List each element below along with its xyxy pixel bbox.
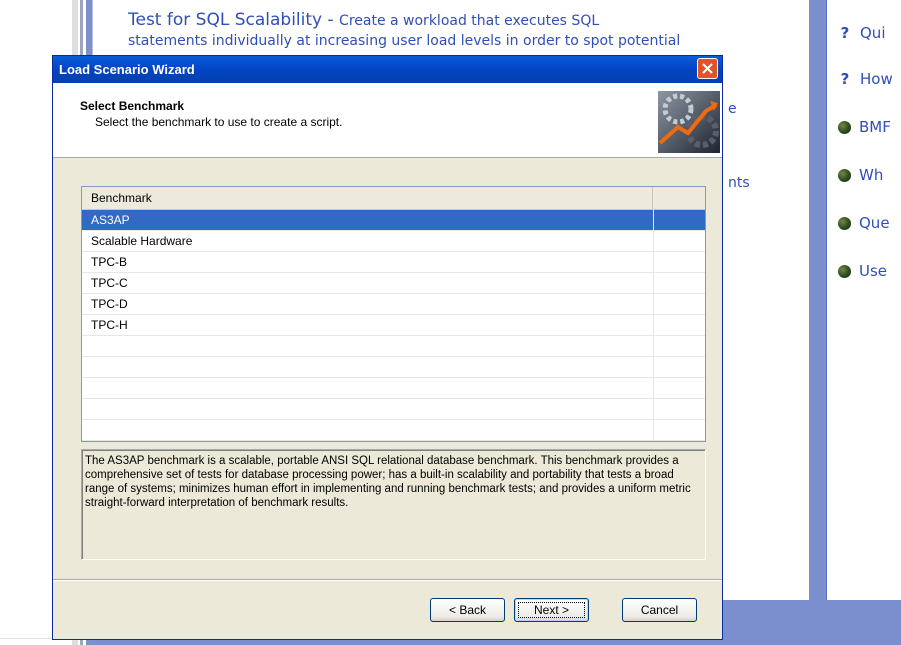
background-task-description-line: statements individually at increasing us… (128, 33, 681, 49)
footer-separator (53, 579, 722, 581)
empty-row (82, 378, 705, 399)
question-icon: ? (840, 24, 850, 42)
background-task-link[interactable]: Test for SQL Scalability - Create a work… (128, 10, 599, 30)
background-side-pane (826, 0, 901, 600)
list-body: AS3AP Scalable Hardware TPC-B TPC-C TPC-… (82, 210, 705, 441)
wizard-step-subtitle: Select the benchmark to use to create a … (95, 115, 343, 129)
divider (0, 638, 60, 639)
column-divider (653, 210, 654, 441)
side-link-label: BMF (859, 118, 891, 136)
cancel-button[interactable]: Cancel (622, 598, 697, 622)
background-task-description: Create a workload that executes SQL (339, 13, 600, 29)
globe-icon (838, 216, 851, 230)
side-link-web[interactable]: Que (838, 214, 890, 232)
list-item[interactable]: AS3AP (82, 210, 705, 231)
dialog-titlebar[interactable]: Load Scenario Wizard (53, 56, 722, 83)
side-link-label: Use (859, 262, 888, 280)
list-item-label: Scalable Hardware (91, 234, 193, 248)
side-link-web[interactable]: Use (838, 262, 887, 280)
list-item[interactable]: Scalable Hardware (82, 231, 705, 252)
close-icon (702, 63, 713, 74)
side-link-label: Que (859, 214, 890, 232)
close-button[interactable] (697, 58, 718, 79)
side-link-web[interactable]: Wh (838, 166, 883, 184)
list-item-label: TPC-D (91, 297, 128, 311)
side-link-help[interactable]: ? Qui (838, 24, 886, 42)
wizard-step-title: Select Benchmark (80, 99, 185, 113)
list-item-label: TPC-B (91, 255, 127, 269)
side-link-label: How (860, 70, 893, 88)
focus-rectangle (518, 602, 585, 618)
background-task-separator: - (322, 10, 340, 30)
wizard-header: Select Benchmark Select the benchmark to… (53, 83, 722, 158)
list-header: Benchmark (82, 187, 705, 210)
back-button[interactable]: < Back (430, 598, 505, 622)
list-item-label: TPC-H (91, 318, 128, 332)
background-task-title[interactable]: Test for SQL Scalability (128, 10, 322, 30)
side-link-help[interactable]: ? How (838, 70, 893, 88)
column-header-blank[interactable] (654, 187, 704, 209)
load-scenario-wizard-dialog: Load Scenario Wizard Select Benchmark Se… (52, 55, 723, 640)
side-link-label: Qui (860, 24, 886, 42)
side-link-web[interactable]: BMF (838, 118, 891, 136)
question-icon: ? (840, 70, 850, 88)
list-item-label: AS3AP (91, 213, 130, 227)
list-item[interactable]: TPC-D (82, 294, 705, 315)
background-text-fragment: e (728, 101, 737, 117)
empty-row (82, 357, 705, 378)
globe-icon (838, 264, 851, 278)
empty-row (82, 420, 705, 441)
list-item[interactable]: TPC-B (82, 252, 705, 273)
side-link-label: Wh (859, 166, 884, 184)
background-side-footer (826, 600, 901, 645)
benchmark-list[interactable]: Benchmark AS3AP Scalable Hardware TPC-B … (81, 186, 706, 442)
list-item[interactable]: TPC-C (82, 273, 705, 294)
globe-icon (838, 120, 851, 134)
empty-row (82, 399, 705, 420)
benchmark-description: The AS3AP benchmark is a scalable, porta… (85, 455, 691, 509)
dialog-title: Load Scenario Wizard (59, 62, 195, 77)
benchmark-description-box: The AS3AP benchmark is a scalable, porta… (81, 449, 706, 560)
column-header-benchmark[interactable]: Benchmark (82, 187, 653, 209)
list-item-label: TPC-C (91, 276, 128, 290)
background-divider (810, 0, 826, 645)
empty-row (82, 336, 705, 357)
next-button[interactable]: Next > (514, 598, 589, 622)
globe-icon (838, 168, 851, 182)
list-item[interactable]: TPC-H (82, 315, 705, 336)
chart-gears-logo-icon (658, 91, 720, 153)
background-text-fragment: nts (728, 175, 750, 191)
